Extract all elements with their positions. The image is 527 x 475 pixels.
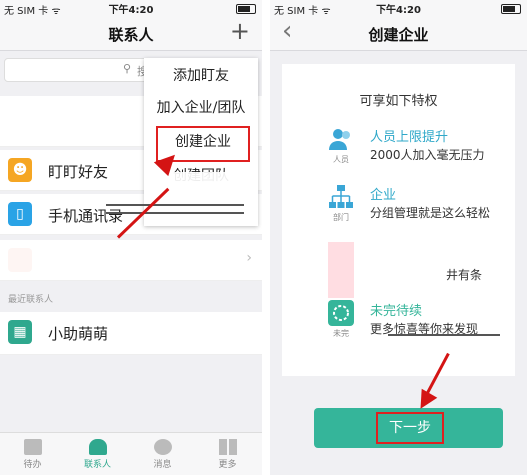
chevron-right-icon: › [246, 250, 252, 266]
tab-label: 更多 [218, 460, 237, 470]
feature-sublabel: 人员 [333, 155, 349, 164]
loading-icon [328, 300, 354, 326]
tab-label: 待办 [23, 460, 42, 470]
scribble-mark [106, 204, 244, 206]
page-title: 联系人 [108, 26, 154, 44]
next-step-label: 下一步 [376, 412, 444, 444]
tab-label: 联系人 [83, 460, 111, 470]
feature-title: 人员上限提升 [370, 130, 449, 145]
list-item-label: 小助萌萌 [48, 325, 109, 343]
phone-icon: ▯ [8, 202, 32, 226]
tab-bar: 待办 联系人 消息 更多 [0, 432, 262, 475]
feature-sublabel: 部门 [333, 213, 349, 222]
status-time: 下午4:20 [108, 5, 154, 16]
contacts-icon [88, 439, 107, 455]
pink-mask [328, 242, 354, 298]
card-heading: 可享如下特权 [359, 94, 438, 109]
feature-member-limit: 人员 人员上限提升 2000人加入毫无压力 [328, 126, 507, 170]
nav-bar: 联系人 + [0, 16, 262, 51]
menu-item-add-friend[interactable]: 添加盯友 [144, 60, 258, 92]
page-title: 创建企业 [368, 26, 429, 44]
battery-icon [236, 4, 256, 14]
feature-to-be-continued: 未完 未完待续 更多惊喜等你来发现 [328, 300, 507, 344]
menu-item-join-company[interactable]: 加入企业/团队 [144, 92, 258, 124]
door-icon: ▦ [8, 320, 32, 344]
feature-title: 企业 [370, 188, 397, 203]
section-header: 最近联系人 [8, 295, 54, 305]
todo-icon [23, 439, 42, 455]
org-chart-icon [328, 184, 354, 210]
status-bar: 无 SIM 卡 ᯤ 下午4:20 [0, 0, 262, 17]
feature-company: 部门 企业 分组管理就是这么轻松 [328, 184, 507, 228]
blur-mask [4, 248, 244, 274]
list-item-label: 盯盯好友 [48, 163, 109, 181]
tab-todo[interactable]: 待办 [0, 433, 65, 475]
feature-sublabel: 未完 [333, 329, 349, 338]
plus-icon[interactable]: + [230, 19, 250, 43]
next-step-button[interactable]: 下一步 [314, 408, 503, 448]
list-item-label: 手机通讯录 [48, 207, 124, 225]
search-icon: ⚲ [123, 62, 132, 75]
grid-icon [218, 439, 237, 455]
feature-title: 未完待续 [370, 304, 423, 319]
status-time: 下午4:20 [376, 5, 421, 16]
feature-desc: 2000人加入毫无压力 [370, 148, 485, 162]
privileges-card: 可享如下特权 人员 人员上限提升 2000人加入毫无压力 部门 企业 分组管理就… [282, 64, 515, 376]
battery-icon [501, 4, 521, 14]
nav-bar: ‹ 创建企业 [270, 16, 527, 51]
contacts-screen: 无 SIM 卡 ᯤ 下午4:20 联系人 + ⚲ 搜 ☻ 盯盯好友 ▯ 手机通讯… [0, 0, 262, 475]
blur-mask [108, 318, 248, 348]
create-company-screen: 无 SIM 卡 ᯤ 下午4:20 ‹ 创建企业 可享如下特权 人员 人员上限提升… [270, 0, 527, 475]
blur-mask [150, 172, 246, 222]
scribble-mark [106, 212, 244, 214]
tab-contacts[interactable]: 联系人 [65, 433, 130, 475]
message-icon [153, 439, 172, 455]
feature-desc: 井有条 [446, 268, 483, 282]
tab-label: 消息 [153, 460, 172, 470]
person-icon: ☻ [8, 158, 32, 182]
scribble-mark [388, 334, 500, 336]
blur-mask [364, 226, 514, 266]
status-bar: 无 SIM 卡 ᯤ 下午4:20 [270, 0, 527, 17]
people-icon [328, 126, 354, 152]
tab-messages[interactable]: 消息 [130, 433, 195, 475]
feature-desc: 分组管理就是这么轻松 [370, 206, 491, 220]
tab-more[interactable]: 更多 [195, 433, 260, 475]
